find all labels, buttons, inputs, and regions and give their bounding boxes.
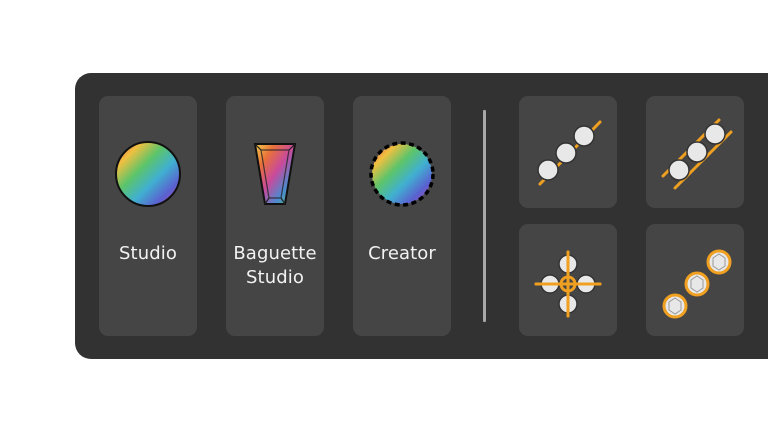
baguette-gem-icon	[253, 143, 297, 205]
channel-stone-row-icon	[661, 118, 733, 190]
bezel-stone-row-icon	[662, 249, 732, 319]
channel-stone-layout-button[interactable]	[646, 96, 744, 208]
studio-tool-button[interactable]: Studio	[99, 96, 197, 336]
baguette-studio-label: Baguette Studio	[233, 243, 317, 288]
baguette-studio-tool-button[interactable]: Baguette Studio	[226, 96, 324, 336]
diagonal-stone-layout-button[interactable]	[519, 96, 617, 208]
color-wheel-icon	[115, 141, 181, 207]
diagonal-stone-line-icon	[537, 120, 602, 186]
creator-tool-button[interactable]: Creator	[353, 96, 451, 336]
studio-label: Studio	[119, 243, 177, 264]
divider	[483, 110, 486, 322]
cross-stone-cluster-icon	[534, 250, 602, 318]
cross-stone-layout-button[interactable]	[519, 224, 617, 336]
dashed-color-wheel-icon	[369, 141, 435, 207]
bezel-stone-layout-button[interactable]	[646, 224, 744, 336]
creator-label: Creator	[368, 243, 436, 264]
